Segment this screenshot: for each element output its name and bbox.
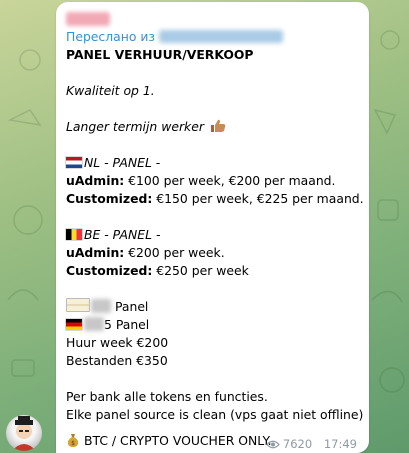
forwarded-message-bubble: Переслано из PANEL VERHUUR/VERKOOP Kwali… (56, 2, 369, 453)
netherlands-flag-icon (66, 157, 82, 168)
forwarded-source-redacted[interactable] (159, 30, 284, 43)
message-meta: 7620 17:49 (266, 435, 357, 453)
be-uadmin-line: uAdmin: €200 per week. (66, 244, 357, 262)
view-count-value: 7620 (282, 437, 313, 451)
payment-text: BTC / CRYPTO VOUCHER ONLY. (84, 433, 272, 448)
payment-line: $ BTC / CRYPTO VOUCHER ONLY. (66, 432, 272, 450)
files-price-line: Bestanden €350 (66, 353, 168, 368)
bank-line: Per bank alle tokens en functies. (66, 389, 268, 404)
be-customized-label: Customized: (66, 263, 153, 278)
nl-uadmin-label: uAdmin: (66, 173, 125, 188)
money-bag-icon: $ (67, 434, 79, 447)
rent-price-line: Huur week €200 (66, 335, 169, 350)
be-uadmin-price: €200 per week. (124, 245, 225, 260)
message-time: 17:49 (323, 437, 357, 451)
germany-flag-icon (66, 319, 82, 330)
be-customized-line: Customized: €250 per week (66, 262, 357, 280)
other-panel-line-2-text: 5 Panel (104, 317, 150, 332)
be-panel-header: BE - PANEL - (66, 226, 357, 244)
quality-line: Kwaliteit op 1. (66, 83, 155, 98)
long-term-text: Langer termijn werker (66, 119, 204, 134)
be-uadmin-label: uAdmin: (66, 245, 125, 260)
source-line: Elke panel source is clean (vps gaat nie… (66, 407, 364, 422)
be-customized-price: €250 per week (152, 263, 249, 278)
thumbs-up-icon (210, 119, 226, 132)
be-panel-header-text: BE - PANEL - (84, 227, 161, 242)
nl-customized-label: Customized: (66, 191, 153, 206)
card-flag-icon (66, 298, 90, 312)
redacted-word (91, 299, 111, 313)
svg-text:$: $ (71, 440, 75, 447)
redacted-word (84, 317, 104, 331)
sender-name-redacted[interactable] (66, 12, 110, 26)
sender-avatar[interactable] (6, 415, 42, 451)
eye-icon (266, 440, 280, 449)
view-count: 7620 (266, 437, 316, 451)
nl-customized-line: Customized: €150 per week, €225 per maan… (66, 190, 364, 208)
forwarded-label: Переслано из (66, 29, 156, 44)
long-term-line: Langer termijn werker (66, 118, 357, 136)
avatar-image (12, 416, 36, 451)
other-panel-line-2: 5 Panel (66, 316, 357, 334)
nl-uadmin-price: €100 per week, €200 per maand. (124, 173, 336, 188)
nl-customized-price: €150 per week, €225 per maand. (152, 191, 364, 206)
other-panel-line-1: Panel (66, 298, 357, 316)
nl-panel-header-text: NL - PANEL - (84, 155, 161, 170)
nl-panel-header: NL - PANEL - (66, 154, 357, 172)
other-panel-line-1-text: Panel (114, 299, 149, 314)
nl-uadmin-line: uAdmin: €100 per week, €200 per maand. (66, 172, 357, 190)
message-footer: $ BTC / CRYPTO VOUCHER ONLY. 7620 17:49 (66, 430, 357, 452)
forwarded-from-header[interactable]: Переслано из (66, 28, 357, 46)
belgium-flag-icon (66, 229, 82, 240)
message-title: PANEL VERHUUR/VERKOOP (66, 47, 254, 62)
